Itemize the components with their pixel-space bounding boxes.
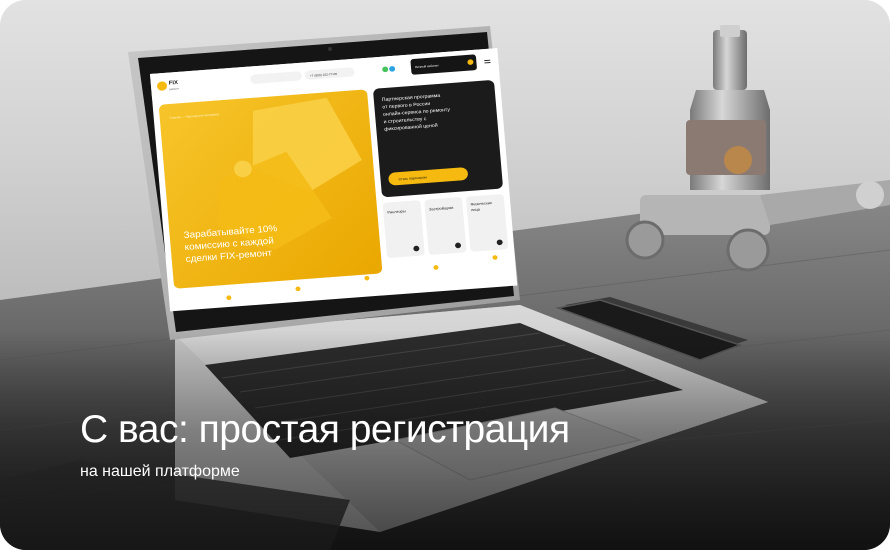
promo-card: FIX ремонт +7 (900) 222-77-00 Личный каб… [0, 0, 890, 550]
headline: С вас: простая регистрация [80, 408, 570, 451]
screen-logo-sub: ремонт [169, 86, 180, 91]
subline: на нашей платформе [80, 463, 240, 480]
screen-logo: FIX [169, 80, 179, 86]
laptop-screen: FIX ремонт +7 (900) 222-77-00 Личный каб… [150, 48, 518, 312]
screen-tile-3-line2: лица [471, 208, 481, 213]
